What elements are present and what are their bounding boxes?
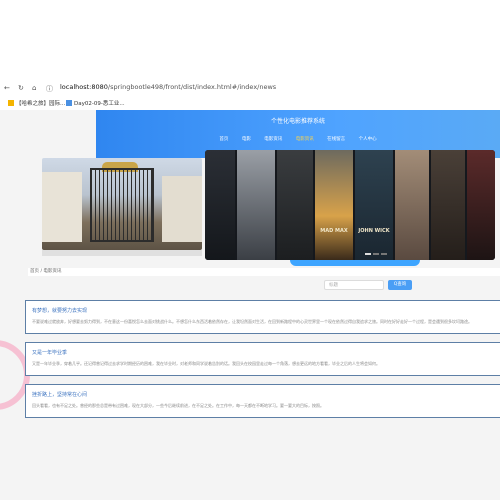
carousel-poster[interactable] [431, 150, 465, 260]
decorative-wave [290, 260, 420, 266]
carousel-poster[interactable] [467, 150, 495, 260]
carousel-poster[interactable] [237, 150, 275, 260]
search-input[interactable]: 标题 [324, 280, 384, 290]
url-path: /springbootle498/front/dist/index.html#/… [107, 83, 277, 91]
news-title[interactable]: 挫折路上，坚持常在心间 [32, 391, 494, 398]
home-icon[interactable]: ⌂ [32, 84, 36, 92]
bookmark-item[interactable]: 【哈希之旅】园际... [8, 99, 65, 107]
address-bar[interactable]: localhost:8080/springbootle498/front/dis… [60, 83, 276, 91]
page-icon [66, 100, 72, 106]
back-icon[interactable]: ← [4, 84, 10, 92]
menu-item-movies[interactable]: 电影 [242, 137, 251, 142]
menu-item-movie-info[interactable]: 电影资讯 [264, 137, 282, 142]
menu-item-profile[interactable]: 个人中心 [359, 137, 377, 142]
news-card[interactable]: 又是一年毕业季 又是一年毕业季，穿着几乎。还记得曾记得过去求学时期经历的困难，我… [25, 342, 500, 376]
breadcrumb-current: 电影资讯 [43, 269, 62, 274]
movie-carousel[interactable]: MAD MAX JOHN WICK [205, 150, 495, 260]
search-button[interactable]: Q查询 [388, 280, 412, 290]
page: 个性化电影推荐系统 首页 电影 电影资讯 电影资讯 在线留言 个人中心 MAD … [0, 110, 500, 500]
building-right [162, 176, 202, 242]
carousel-poster[interactable] [205, 150, 235, 260]
news-summary: 回头看看，也有不足之处。曾经的那些总是带有过困难，现在大部分，一些今后继续前进，… [32, 403, 324, 408]
menu-item-home[interactable]: 首页 [219, 137, 228, 142]
reload-icon[interactable]: ↻ [18, 84, 24, 92]
news-title[interactable]: 有梦想，就要努力去实现 [32, 307, 494, 314]
palace-gate-image [42, 158, 202, 250]
menu-item-messages[interactable]: 在线留言 [327, 137, 345, 142]
news-card[interactable]: 挫折路上，坚持常在心间 回头看看，也有不足之处。曾经的那些总是带有过困难，现在大… [25, 384, 500, 418]
url-host: localhost:8080 [60, 83, 108, 91]
breadcrumb-home[interactable]: 首页 [30, 269, 39, 274]
carousel-poster[interactable] [277, 150, 313, 260]
news-summary: 又是一年毕业季，穿着几乎。还记得曾记得过去求学时期经历的困难，我在毕业时，对老师… [32, 361, 380, 366]
folder-icon [8, 100, 14, 106]
site-title: 个性化电影推荐系统 [270, 118, 325, 125]
news-card[interactable]: 有梦想，就要努力去实现 不要说难过就放弃，好想要去努力得到，不在意这一份喜悦怎么… [25, 300, 500, 334]
carousel-poster[interactable]: JOHN WICK [355, 150, 393, 260]
carousel-poster[interactable]: MAD MAX [315, 150, 353, 260]
main-menu: 首页 电影 电影资讯 电影资讯 在线留言 个人中心 [96, 136, 500, 142]
news-title[interactable]: 又是一年毕业季 [32, 349, 494, 356]
image-base [42, 250, 202, 256]
breadcrumb: 首页 / 电影资讯 [28, 268, 500, 276]
bookmarks-bar: 【哈希之旅】园际... Day02-09-悉工业... [0, 96, 500, 111]
gate [90, 168, 154, 242]
news-summary: 不要说难过就放弃，好想要去努力得到，不在意这一份喜悦怎么去面对挑战什么。不想怎什… [32, 319, 472, 324]
bookmark-item[interactable]: Day02-09-悉工业... [66, 99, 125, 107]
browser-toolbar: ← ↻ ⌂ ⓘ localhost:8080/springbootle498/f… [0, 80, 500, 96]
building-left [42, 172, 82, 242]
info-icon[interactable]: ⓘ [46, 84, 53, 94]
carousel-indicators[interactable] [365, 251, 389, 256]
menu-item-news[interactable]: 电影资讯 [296, 137, 314, 142]
carousel-poster[interactable] [395, 150, 429, 260]
